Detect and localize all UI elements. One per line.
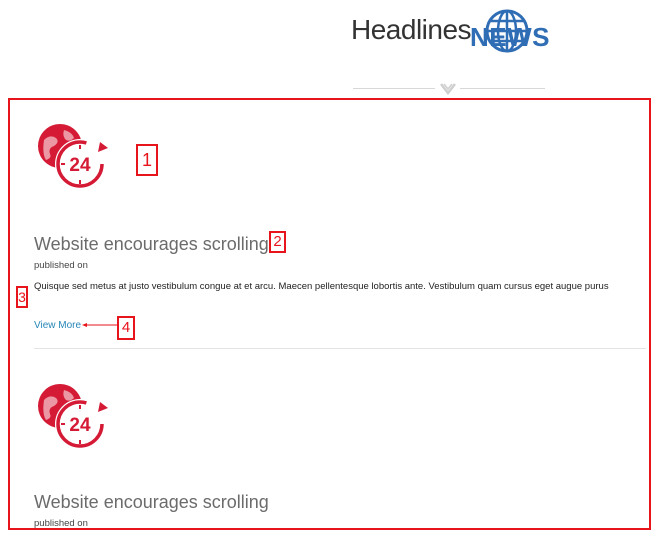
clock-badge-text: 24	[69, 155, 91, 176]
annotation-marker-1: 1	[136, 144, 158, 176]
header-divider-right	[460, 88, 545, 89]
site-header: Headlines NEWS	[0, 0, 657, 98]
view-more-link[interactable]: View More	[34, 320, 81, 331]
annotation-marker-2: 2	[269, 231, 286, 253]
brand-news: NEWS	[470, 22, 550, 52]
clock-24-globe-icon: 24	[38, 124, 108, 189]
article-body: Quisque sed metus at justo vestibulum co…	[34, 281, 609, 292]
brand-text: Headlines	[351, 14, 472, 45]
clock-badge-text: 24	[69, 415, 91, 436]
article-published: published on	[34, 518, 88, 529]
chevron-down-icon	[440, 83, 456, 96]
annotation-arrow	[82, 323, 117, 327]
clock-24-globe-icon: 24	[38, 384, 108, 449]
header-divider-left	[353, 88, 435, 89]
news-feed-panel: 24 Website encourages scrolling publishe…	[8, 98, 651, 530]
annotation-marker-3: 3	[16, 286, 28, 308]
article-title: Website encourages scrolling	[34, 492, 269, 512]
article-title: Website encourages scrolling	[34, 234, 269, 254]
article-divider	[34, 348, 646, 349]
article-published: published on	[34, 260, 88, 271]
